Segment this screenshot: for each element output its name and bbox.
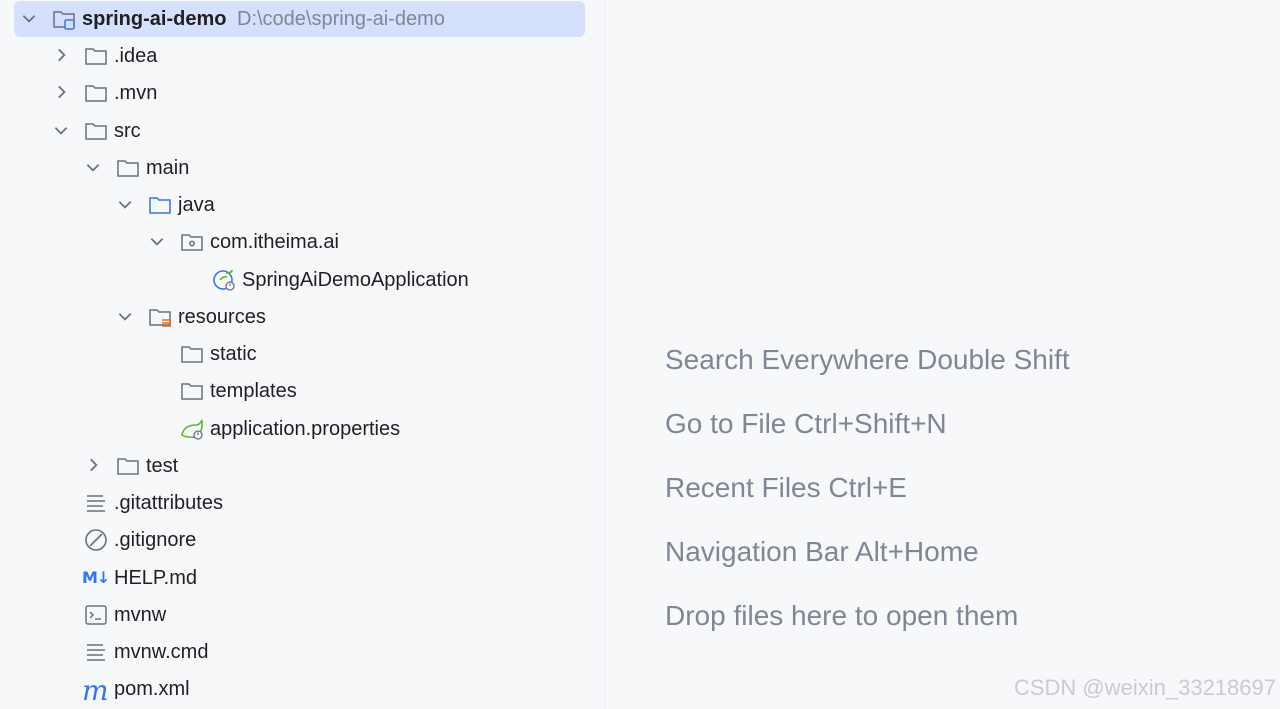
editor-empty-state: Search Everywhere Double Shift Go to Fil… [605, 0, 1280, 709]
tree-item-mvn-dir[interactable]: .mvn [0, 74, 604, 111]
tree-item-gitattributes[interactable]: .gitattributes [0, 484, 604, 521]
module-folder-icon [53, 11, 75, 30]
spring-boot-class-icon [213, 269, 235, 291]
chevron-right-icon[interactable] [84, 456, 102, 474]
tree-item-label: mvnw [114, 604, 167, 626]
tree-item-mvnw[interactable]: mvnw [0, 596, 604, 633]
tree-item-help-md[interactable]: M↓ HELP.md [0, 559, 604, 596]
tree-item-label: pom.xml [114, 678, 190, 700]
project-path: D:\code\spring-ai-demo [237, 8, 445, 30]
folder-icon [85, 48, 107, 65]
tree-item-mvnw-cmd[interactable]: mvnw.cmd [0, 633, 604, 670]
folder-icon [117, 160, 139, 177]
tree-item-label: test [146, 455, 179, 477]
source-folder-icon [149, 197, 171, 214]
tree-item-label: static [210, 343, 257, 365]
tree-item-label: .mvn [114, 82, 158, 104]
folder-icon [181, 383, 203, 400]
tree-item-app-class[interactable]: SpringAiDemoApplication [0, 261, 604, 298]
tree-item-label: .gitattributes [114, 492, 223, 514]
spring-properties-icon [181, 419, 203, 440]
tree-item-label: HELP.md [114, 567, 198, 589]
chevron-down-icon[interactable] [84, 158, 102, 176]
text-file-icon [87, 644, 105, 661]
tree-item-gitignore[interactable]: .gitignore [0, 521, 604, 558]
maven-icon: m [82, 674, 109, 707]
shell-script-icon [85, 605, 107, 625]
package-icon [181, 234, 203, 251]
folder-icon [117, 458, 139, 475]
folder-icon [85, 85, 107, 102]
ide-window: spring-ai-demo D:\code\spring-ai-demo .i… [0, 0, 1280, 709]
tree-item-main[interactable]: main [0, 149, 604, 186]
tree-item-java[interactable]: java [0, 186, 604, 223]
tree-item-label: java [178, 194, 215, 216]
project-name: spring-ai-demo [82, 8, 227, 30]
project-tree: spring-ai-demo D:\code\spring-ai-demo .i… [0, 0, 605, 709]
hint-drop-files: Drop files here to open them [665, 600, 1019, 631]
hint-search-everywhere: Search Everywhere Double Shift [665, 344, 1070, 375]
tree-item-resources[interactable]: resources [0, 298, 604, 335]
tree-item-app-properties[interactable]: application.properties [0, 410, 604, 447]
ignore-file-icon [85, 529, 107, 551]
tree-item-label: resources [178, 306, 266, 328]
tree-item-project-root[interactable]: spring-ai-demo D:\code\spring-ai-demo [0, 0, 604, 37]
tree-item-package[interactable]: com.itheima.ai [0, 223, 604, 260]
markdown-icon: M↓ [82, 568, 110, 587]
tree-item-src[interactable]: src [0, 112, 604, 149]
chevron-right-icon[interactable] [52, 83, 70, 101]
tree-item-label: src [114, 120, 141, 142]
resources-folder-icon [149, 309, 171, 327]
tree-item-label: application.properties [210, 418, 401, 440]
hint-recent-files: Recent Files Ctrl+E [665, 472, 907, 503]
tree-item-label: main [146, 157, 190, 179]
chevron-down-icon[interactable] [148, 232, 166, 250]
tree-item-templates[interactable]: templates [0, 372, 604, 409]
chevron-right-icon[interactable] [52, 46, 70, 64]
tree-item-label: mvnw.cmd [114, 641, 209, 663]
chevron-down-icon[interactable] [20, 9, 38, 27]
watermark: CSDN @weixin_33218697 [1013, 675, 1276, 700]
hint-go-to-file: Go to File Ctrl+Shift+N [665, 408, 947, 439]
folder-icon [181, 346, 203, 363]
tree-item-label: com.itheima.ai [210, 231, 339, 253]
tree-item-idea[interactable]: .idea [0, 37, 604, 74]
tree-item-label: templates [210, 380, 297, 402]
tree-item-static[interactable]: static [0, 335, 604, 372]
hint-navigation-bar: Navigation Bar Alt+Home [665, 536, 979, 567]
tree-item-test[interactable]: test [0, 447, 604, 484]
tree-item-pom[interactable]: m pom.xml [0, 670, 604, 707]
chevron-down-icon[interactable] [116, 307, 134, 325]
tree-item-label: .gitignore [114, 529, 197, 551]
folder-icon [85, 123, 107, 140]
tree-item-label: SpringAiDemoApplication [242, 269, 469, 291]
text-file-icon [87, 495, 105, 512]
chevron-down-icon[interactable] [52, 121, 70, 139]
tree-item-label: .idea [114, 45, 158, 67]
chevron-down-icon[interactable] [116, 195, 134, 213]
